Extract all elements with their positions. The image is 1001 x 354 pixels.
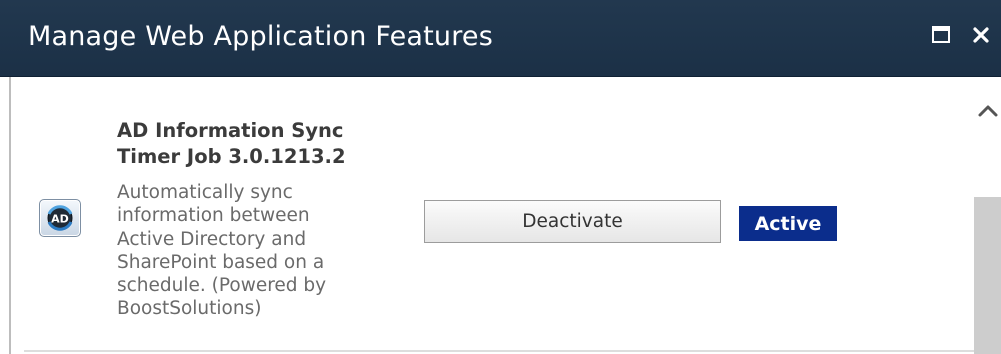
feature-title: AD Information Sync Timer Job 3.0.1213.2: [117, 118, 407, 170]
feature-description-line: SharePoint based on a: [117, 251, 325, 273]
deactivate-button[interactable]: Deactivate: [424, 200, 721, 243]
ad-sync-icon-text: AD: [51, 213, 69, 226]
manage-features-dialog: Manage Web Application Features AD AD In…: [0, 0, 1001, 354]
scrollbar-thumb[interactable]: [974, 197, 1001, 354]
dialog-title: Manage Web Application Features: [28, 21, 494, 52]
feature-description-line: Active Directory and: [117, 228, 307, 250]
feature-description-line: Automatically sync: [117, 182, 293, 203]
feature-description-line: schedule. (Powered by: [117, 275, 327, 297]
vertical-scrollbar[interactable]: [974, 77, 1001, 354]
feature-description: Automatically sync information between A…: [117, 181, 407, 321]
ad-sync-icon: AD: [39, 199, 81, 237]
content-left-border: [9, 77, 11, 354]
maximize-icon[interactable]: [928, 22, 954, 48]
feature-description-line: BoostSolutions): [117, 298, 262, 320]
status-badge: Active: [739, 206, 837, 241]
feature-title-line-2: Timer Job 3.0.1213.2: [117, 145, 346, 168]
dialog-titlebar: Manage Web Application Features: [0, 0, 1001, 77]
feature-title-line-1: AD Information Sync: [117, 119, 344, 142]
feature-description-line: information between: [117, 205, 310, 227]
chevron-up-icon[interactable]: [977, 101, 999, 121]
close-icon[interactable]: [968, 22, 994, 48]
feature-row-divider: [24, 350, 974, 352]
